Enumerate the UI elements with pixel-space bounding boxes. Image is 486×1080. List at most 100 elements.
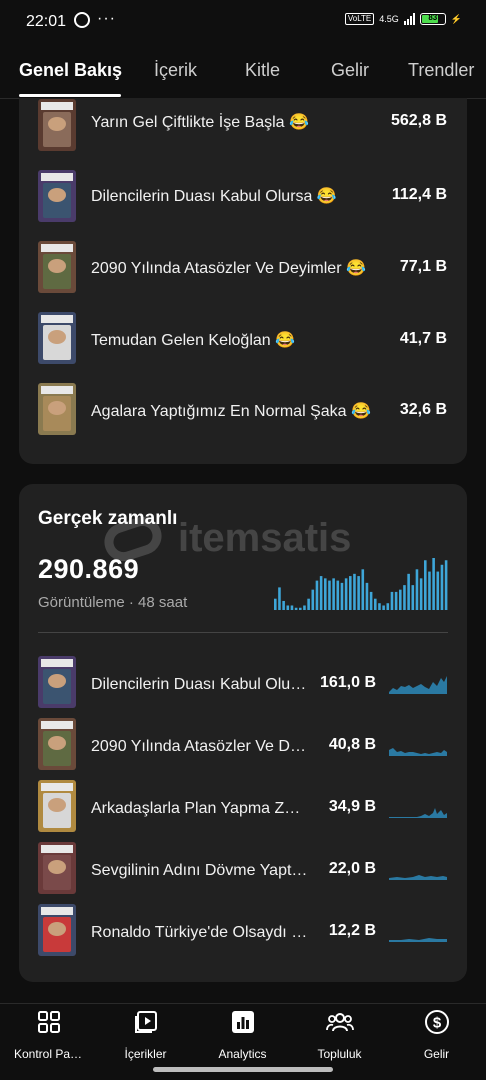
video-views: 12,2 B [328, 922, 376, 939]
divider [38, 632, 448, 633]
nav-label: Topluluk [317, 1047, 362, 1061]
video-title: Dilencilerin Duası Kabul Olursa 😂 [91, 188, 337, 205]
content-row[interactable]: 2090 Yılında Atasözler Ve Deyimler 😂 77,… [19, 237, 467, 297]
battery-icon: 83 [419, 13, 446, 25]
realtime-views-chart [274, 558, 448, 610]
signal-icon [403, 13, 415, 25]
tab-revenue[interactable]: Gelir [331, 60, 369, 81]
realtime-subtitle: Görüntüleme · 48 saat [38, 594, 188, 611]
video-views: 34,9 B [328, 798, 376, 815]
realtime-row[interactable]: Arkadaşlarla Plan Yapma Zamanı 😂 34,9 B [19, 778, 467, 834]
content-row[interactable]: Dilencilerin Duası Kabul Olursa 😂 112,4 … [19, 166, 467, 226]
chart-bar [319, 576, 323, 610]
nav-label: İçerikler [124, 1047, 167, 1061]
chart-bar [365, 582, 369, 610]
video-thumbnail [38, 656, 76, 708]
chart-bar [394, 591, 398, 610]
content-row[interactable]: Temudan Gelen Keloğlan 😂 41,7 B [19, 309, 467, 369]
nav-dashboard[interactable]: Kontrol Paneli [0, 1008, 97, 1061]
chart-bar [349, 576, 352, 610]
nav-label: Kontrol Paneli [14, 1047, 84, 1061]
video-title: Ronaldo Türkiye'de Olsaydı 😂 [91, 924, 309, 941]
video-sparkline [389, 748, 447, 756]
chart-bar [382, 605, 385, 610]
chart-bar [428, 571, 431, 610]
chart-bar [369, 591, 373, 610]
chart-bar [286, 605, 290, 610]
home-indicator[interactable] [153, 1067, 333, 1072]
realtime-row[interactable]: 2090 Yılında Atasözler Ve Deyimler 😂 40,… [19, 716, 467, 772]
chart-bar [290, 605, 294, 610]
tab-overview[interactable]: Genel Bakış [19, 60, 122, 81]
analytics-icon [231, 1011, 254, 1033]
bottom-navigation: Kontrol Paneli İçerikler Analytics Toplu… [0, 1003, 486, 1062]
video-title: 2090 Yılında Atasözler Ve Deyimler 😂 [91, 738, 309, 755]
chart-bar [336, 580, 340, 610]
realtime-title: Gerçek zamanlı [38, 508, 178, 529]
chart-bar [282, 600, 285, 610]
chart-bar [403, 585, 406, 610]
video-views: 161,0 B [319, 674, 376, 691]
chart-bar [332, 578, 335, 610]
video-thumbnail [38, 312, 76, 364]
chart-bar [419, 578, 423, 610]
chart-bar [294, 607, 298, 610]
earn-icon: $ [424, 1010, 449, 1034]
chart-bar [440, 564, 444, 610]
svg-text:$: $ [432, 1015, 441, 1032]
video-title: Arkadaşlarla Plan Yapma Zamanı 😂 [91, 800, 309, 817]
chart-bar [311, 589, 315, 610]
video-thumbnail [38, 780, 76, 832]
video-views: 77,1 B [399, 258, 447, 275]
video-views: 112,4 B [391, 186, 447, 203]
realtime-card[interactable]: Gerçek zamanlı 290.869 Görüntüleme · 48 … [19, 484, 467, 982]
chart-bar [340, 582, 344, 610]
chart-bar [307, 598, 310, 610]
chart-bar [274, 598, 277, 610]
video-views: 41,7 B [399, 330, 447, 347]
realtime-row[interactable]: Dilencilerin Duası Kabul Olursa 😂 161,0 … [19, 654, 467, 710]
top-content-card: Yarın Gel Çiftlikte İşe Başla 😂 562,8 B … [19, 98, 467, 464]
video-views: 22,0 B [328, 860, 376, 877]
volte-badge: VoLTE [344, 13, 375, 25]
video-thumbnail [38, 241, 76, 293]
video-thumbnail [38, 842, 76, 894]
charging-icon: ⚡ [450, 13, 462, 24]
chart-bar [299, 607, 302, 610]
video-views: 40,8 B [328, 736, 376, 753]
video-thumbnail [38, 383, 76, 435]
battery-level: 83 [428, 13, 438, 22]
content-row[interactable]: Agalara Yaptığımız En Normal Şaka 😂 32,6… [19, 381, 467, 441]
chart-bar [407, 573, 410, 610]
nav-analytics[interactable]: Analytics [194, 1008, 291, 1061]
video-thumbnail [38, 99, 76, 151]
content-row[interactable]: Yarın Gel Çiftlikte İşe Başla 😂 562,8 B [19, 98, 467, 155]
dashboard-icon [37, 1011, 60, 1033]
video-sparkline [389, 938, 447, 942]
video-views: 562,8 B [390, 112, 447, 129]
nav-community[interactable]: Topluluk [291, 1008, 388, 1061]
video-title: 2090 Yılında Atasözler Ve Deyimler 😂 [91, 260, 366, 277]
video-title: Temudan Gelen Keloğlan 😂 [91, 332, 296, 349]
nav-content[interactable]: İçerikler [97, 1008, 194, 1061]
tab-content[interactable]: İçerik [154, 60, 197, 81]
tab-audience[interactable]: Kitle [245, 60, 280, 81]
more-notifications-icon: ··· [97, 10, 116, 27]
tab-trends[interactable]: Trendler [408, 60, 474, 81]
chart-bar [324, 578, 327, 610]
chart-bar [315, 580, 319, 610]
tab-bar: Genel Bakış İçerik Kitle Gelir Trendler [0, 44, 486, 99]
status-bar: 22:01 ··· VoLTE 4.5G 83 ⚡ [0, 0, 486, 44]
realtime-row[interactable]: Sevgilinin Adını Dövme Yaptırmak 😂 22,0 … [19, 840, 467, 896]
realtime-views: 290.869 [38, 554, 140, 584]
video-sparkline [389, 875, 447, 880]
nav-earn[interactable]: $ Gelir [388, 1008, 485, 1061]
status-time: 22:01 [26, 13, 67, 30]
status-right: VoLTE 4.5G 83 ⚡ [344, 13, 462, 25]
realtime-row[interactable]: Ronaldo Türkiye'de Olsaydı 😂 12,2 B [19, 902, 467, 958]
content-icon [134, 1011, 157, 1033]
whatsapp-icon [74, 12, 90, 28]
chart-bar [361, 569, 365, 610]
video-thumbnail [38, 718, 76, 770]
chart-bar [415, 569, 419, 610]
